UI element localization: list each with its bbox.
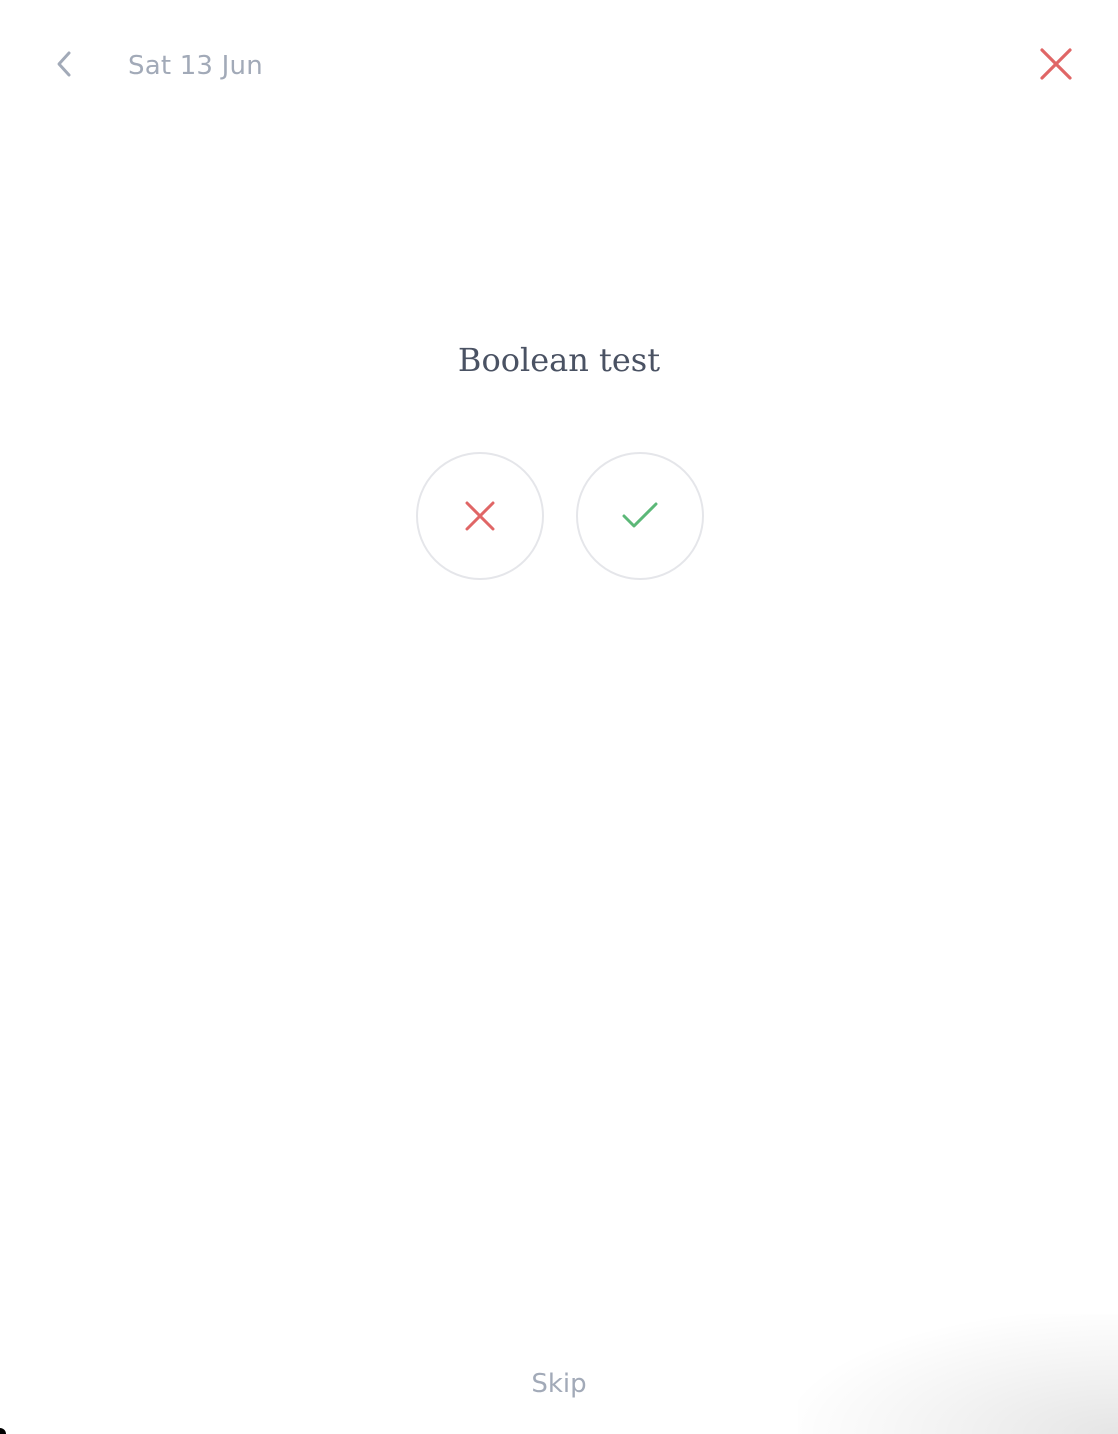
window-corner (0, 1428, 6, 1434)
question-title: Boolean test (457, 341, 661, 379)
close-button[interactable] (1032, 40, 1080, 88)
daily-question-screen: Sat 13 Jun Boolean test Skip (0, 0, 1118, 1434)
skip-button-row: Skip (0, 1364, 1118, 1404)
close-icon (1040, 48, 1072, 80)
back-button[interactable] (44, 44, 84, 84)
answer-no-button[interactable] (416, 452, 544, 580)
answer-options (416, 452, 704, 580)
date-label: Sat 13 Jun (128, 51, 263, 81)
cross-icon (465, 501, 495, 531)
skip-button[interactable]: Skip (531, 1369, 586, 1399)
chevron-left-icon (57, 51, 71, 77)
answer-yes-button[interactable] (576, 452, 704, 580)
check-icon (622, 502, 658, 528)
